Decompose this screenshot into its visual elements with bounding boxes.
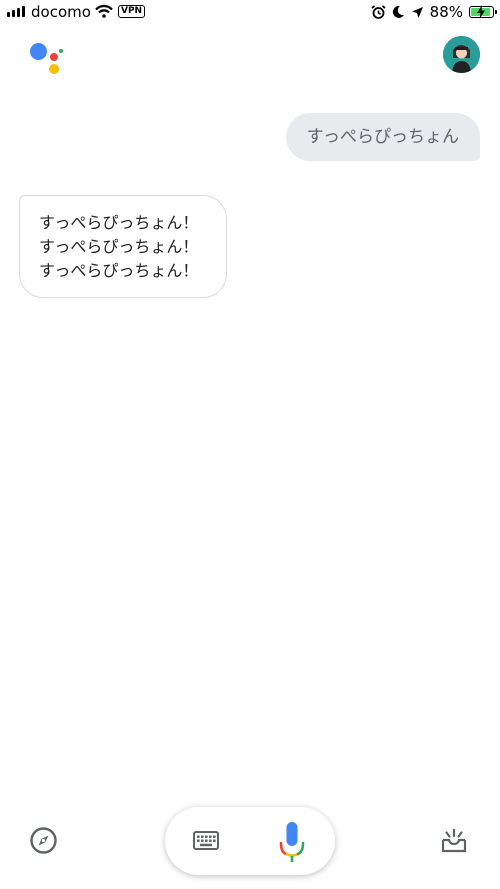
user-message-bubble: すっぺらぴっちょん	[285, 113, 480, 161]
google-assistant-logo	[29, 42, 69, 82]
assistant-response-line: すっぺらぴっちょん！	[39, 237, 199, 256]
signal-icon	[7, 6, 25, 17]
status-bar: docomo VPN 88%	[0, 0, 500, 24]
location-icon	[411, 6, 423, 18]
input-pill	[165, 807, 335, 875]
battery-charging-icon	[469, 5, 497, 19]
battery-percent: 88%	[429, 3, 463, 21]
assistant-response-line: すっぺらぴっちょん！	[39, 213, 199, 232]
alarm-icon	[371, 4, 386, 19]
keyboard-icon[interactable]	[193, 831, 219, 850]
vpn-badge: VPN	[118, 5, 146, 18]
avatar-image	[443, 36, 480, 73]
compass-icon[interactable]	[29, 826, 58, 855]
wifi-icon	[95, 5, 113, 18]
carrier-name: docomo	[31, 3, 91, 21]
updates-tray-icon[interactable]	[441, 828, 467, 853]
assistant-response-bubble: すっぺらぴっちょん！ すっぺらぴっちょん！ すっぺらぴっちょん！	[19, 195, 227, 298]
assistant-response-line: すっぺらぴっちょん！	[39, 261, 199, 280]
microphone-icon[interactable]	[278, 822, 306, 862]
moon-icon	[392, 5, 404, 18]
user-avatar[interactable]	[443, 36, 480, 73]
